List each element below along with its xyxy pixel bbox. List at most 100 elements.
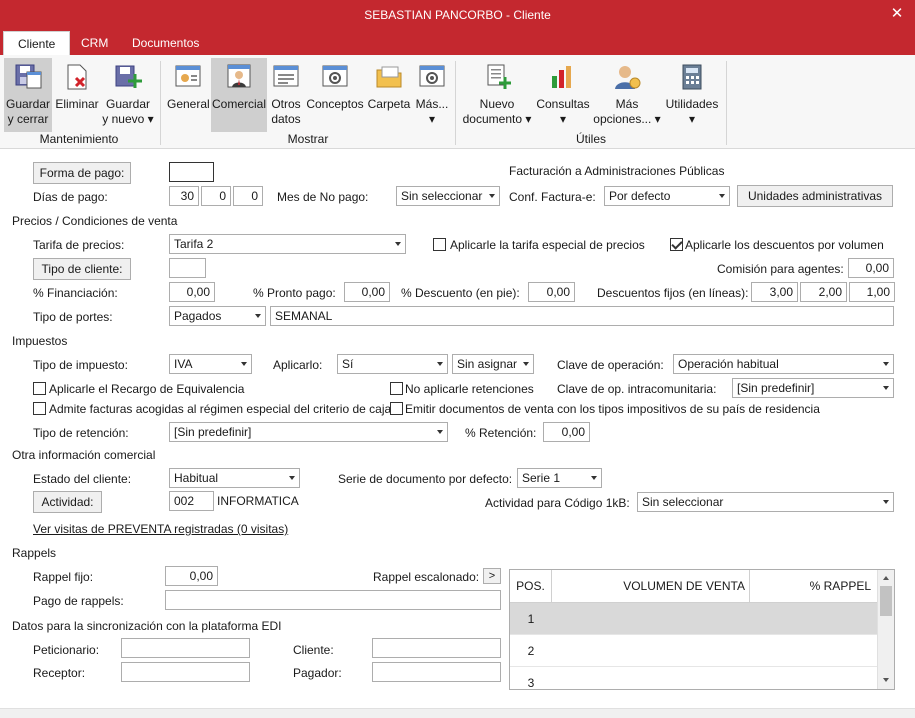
serie-documento-select[interactable]: Serie 1 [517,468,602,488]
unidades-administrativas-button[interactable]: Unidades administrativas [737,185,893,207]
pagador-field[interactable] [372,662,501,682]
column-header-pos[interactable]: POS. [510,570,552,603]
rappel-escalonado-button[interactable]: > [483,568,501,584]
descuentos-volumen-checkbox[interactable] [670,238,683,251]
conf-factura-label: Conf. Factura-e: [509,190,596,204]
save-new-button[interactable]: Guardar y nuevo ▾ [102,58,154,132]
delete-button[interactable]: Eliminar [54,58,100,132]
pagador-label: Pagador: [293,666,342,680]
carpeta-button[interactable]: Carpeta [366,58,412,132]
aplicarlo-label: Aplicarlo: [273,358,323,372]
peticionario-field[interactable] [121,638,250,658]
mas-opciones-button[interactable]: Más opciones... ▾ [592,58,662,132]
dias-pago-3[interactable]: 0 [233,186,263,206]
forma-pago-button[interactable]: Forma de pago: [33,162,131,184]
recargo-equivalencia-label: Aplicarle el Recargo de Equivalencia [49,382,245,396]
save-close-button[interactable]: Guardar y cerrar [4,58,52,132]
group-mostrar: Mostrar [287,132,329,146]
rappel-fijo-field[interactable]: 0,00 [165,566,218,586]
actividad-1kb-label: Actividad para Código 1kB: [485,496,630,510]
dias-pago-2[interactable]: 0 [201,186,231,206]
nuevo-documento-button[interactable]: Nuevo documento ▾ [460,58,534,132]
aplicarlo-select[interactable]: Sí [337,354,448,374]
pago-rappels-field[interactable] [165,590,501,610]
descuento-fijo-3[interactable]: 1,00 [849,282,895,302]
mas-button[interactable]: Más... ▾ [413,58,451,132]
comercial-button[interactable]: Comercial [211,58,267,132]
estado-cliente-value: Habitual [174,471,219,485]
conceptos-button[interactable]: Conceptos [306,58,364,132]
dias-pago-1[interactable]: 30 [169,186,199,206]
estado-cliente-select[interactable]: Habitual [169,468,300,488]
column-header-rappel[interactable]: % RAPPEL [750,570,877,603]
tipo-cliente-button[interactable]: Tipo de cliente: [33,258,131,280]
scroll-down-icon[interactable] [883,678,889,682]
mas-chevron: ▾ [428,112,436,126]
mes-no-pago-select[interactable]: Sin seleccionar [396,186,500,206]
table-row[interactable]: 2 [510,635,877,667]
criterio-caja-checkbox[interactable] [33,402,46,415]
facturacion-admin-label: Facturación a Administraciones Públicas [509,164,725,178]
actividad-code-field[interactable]: 002 [169,491,214,511]
tarifa-select[interactable]: Tarifa 2 [169,234,406,254]
utilidades-button[interactable]: Utilidades ▾ [664,58,720,132]
portes-text-field[interactable]: SEMANAL [270,306,894,326]
visitas-preventa-link[interactable]: Ver visitas de PREVENTA registradas (0 v… [33,522,288,536]
no-retenciones-checkbox[interactable] [390,382,403,395]
calculator-icon [682,64,702,90]
group-utiles: Útiles [575,132,606,146]
scroll-up-icon[interactable] [883,576,889,580]
bar-chart-icon [552,66,571,88]
descuento-pie-label: % Descuento (en pie): [401,286,520,300]
asignar-select[interactable]: Sin asignar [452,354,534,374]
tab-cliente[interactable]: Cliente [3,31,71,55]
tab-documentos[interactable]: Documentos [130,31,201,55]
otros-datos-button[interactable]: Otros datos [268,58,304,132]
table-row[interactable]: 1 [510,603,877,635]
portes-label: Tipo de portes: [33,310,113,324]
actividad-1kb-select[interactable]: Sin seleccionar [637,492,894,512]
portes-select[interactable]: Pagados [169,306,266,326]
tarifa-especial-checkbox[interactable] [433,238,446,251]
general-button[interactable]: General [167,58,210,132]
emitir-docs-checkbox[interactable] [390,402,403,415]
descuento-fijo-1[interactable]: 3,00 [751,282,798,302]
tipo-impuesto-select[interactable]: IVA [169,354,252,374]
financiacion-field[interactable]: 0,00 [169,282,215,302]
recargo-equivalencia-checkbox[interactable] [33,382,46,395]
close-icon[interactable]: ✕ [886,5,908,25]
clave-operacion-select[interactable]: Operación habitual [673,354,894,374]
consultas-button[interactable]: Consultas ▾ [536,58,590,132]
tipo-retencion-value: [Sin predefinir] [174,425,252,439]
row-pos: 2 [527,644,535,658]
comision-label: Comisión para agentes: [717,262,844,276]
cliente-edi-field[interactable] [372,638,501,658]
descuentos-fijos-label: Descuentos fijos (en líneas): [597,286,749,300]
mas-opciones-label-2: opciones... ▾ [593,112,661,126]
clave-intra-label: Clave de op. intracomunitaria: [557,382,717,396]
conf-factura-select[interactable]: Por defecto [604,186,730,206]
rappel-table[interactable]: POS. VOLUMEN DE VENTA % RAPPEL 1 2 3 [509,569,895,690]
tipo-retencion-select[interactable]: [Sin predefinir] [169,422,448,442]
scrollbar-thumb[interactable] [880,586,892,616]
peticionario-label: Peticionario: [33,643,100,657]
column-header-volumen[interactable]: VOLUMEN DE VENTA [552,570,750,603]
pronto-pago-field[interactable]: 0,00 [344,282,390,302]
descuento-fijo-2[interactable]: 2,00 [800,282,847,302]
tipo-cliente-field[interactable] [169,258,206,278]
retencion-label: % Retención: [465,426,537,440]
table-scrollbar[interactable] [877,570,894,689]
table-row[interactable]: 3 [510,667,877,689]
descuento-pie-field[interactable]: 0,00 [528,282,575,302]
tarifa-value: Tarifa 2 [174,237,214,251]
comision-field[interactable]: 0,00 [848,258,894,278]
clave-intra-select[interactable]: [Sin predefinir] [732,378,894,398]
chevron-down-icon [437,430,443,434]
actividad-button[interactable]: Actividad: [33,491,102,513]
receptor-field[interactable] [121,662,250,682]
tipo-impuesto-label: Tipo de impuesto: [33,358,128,372]
cliente-edi-label: Cliente: [293,643,334,657]
forma-pago-field[interactable] [169,162,214,182]
tab-crm[interactable]: CRM [79,31,110,55]
retencion-field[interactable]: 0,00 [543,422,590,442]
